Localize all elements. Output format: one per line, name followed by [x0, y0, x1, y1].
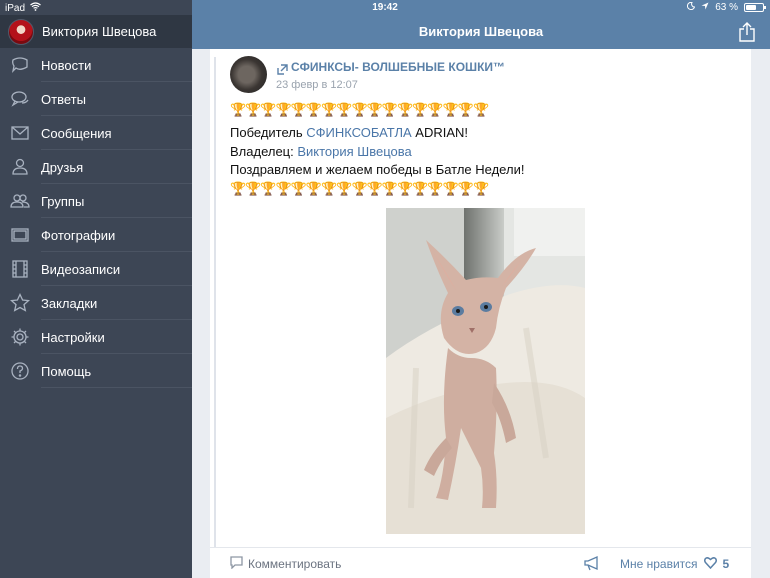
bookmarks-icon	[9, 292, 31, 314]
congrats-line: Поздравляем и желаем победы в Батле Неде…	[230, 162, 525, 177]
help-icon	[9, 360, 31, 382]
sidebar-item-label: Новости	[41, 57, 92, 73]
sidebar-item-help[interactable]: Помощь	[0, 354, 192, 388]
post-footer: Комментировать Мне нравится 5	[210, 547, 751, 578]
owner-line: Владелец: Виктория Швецова	[230, 144, 412, 159]
wall-post: СФИНКСЫ- ВОЛШЕБНЫЕ КОШКИ™ 23 февр в 12:0…	[210, 49, 751, 578]
group-name-link[interactable]: СФИНКСЫ- ВОЛШЕБНЫЕ КОШКИ™	[291, 60, 505, 74]
battery-percent: 63 %	[715, 2, 738, 13]
sidebar-item-news[interactable]: Новости	[0, 48, 192, 82]
sidebar: Виктория Швецова Новости Ответы Сообщени…	[0, 0, 192, 578]
groups-icon	[9, 190, 31, 212]
like-button[interactable]: Мне нравится 5	[620, 556, 729, 572]
group-avatar[interactable]	[230, 56, 267, 93]
like-count: 5	[722, 557, 730, 571]
post-date: 23 февр в 12:07	[276, 79, 358, 91]
sidebar-item-label: Закладки	[41, 295, 98, 311]
photos-icon	[9, 224, 31, 246]
location-icon	[701, 2, 709, 13]
profile-name: Виктория Швецова	[42, 24, 157, 39]
sidebar-item-friends[interactable]: Друзья	[0, 150, 192, 184]
sidebar-item-replies[interactable]: Ответы	[0, 82, 192, 116]
status-time: 19:42	[372, 2, 398, 13]
winner-line: Победитель СФИНКСОБАТЛА ADRIAN!	[230, 125, 468, 140]
replies-icon	[9, 88, 31, 110]
share-button[interactable]	[738, 22, 756, 42]
heart-icon	[703, 556, 717, 572]
status-right: 63 %	[687, 1, 766, 13]
comment-button[interactable]: Комментировать	[230, 556, 341, 572]
videos-icon	[9, 258, 31, 280]
sidebar-menu: Новости Ответы Сообщения Друзья Группы Ф…	[0, 48, 192, 388]
trophies-row: 🏆🏆🏆🏆🏆🏆🏆🏆🏆🏆🏆🏆🏆🏆🏆🏆🏆	[230, 181, 489, 196]
messages-icon	[9, 122, 31, 144]
sidebar-item-groups[interactable]: Группы	[0, 184, 192, 218]
like-label: Мне нравится	[620, 557, 698, 571]
comment-label: Комментировать	[248, 557, 342, 571]
share-post-button[interactable]	[584, 555, 600, 571]
sidebar-item-bookmarks[interactable]: Закладки	[0, 286, 192, 320]
moon-icon	[687, 1, 696, 13]
news-icon	[9, 54, 31, 76]
sidebar-profile[interactable]: Виктория Швецова	[0, 15, 192, 48]
friends-icon	[9, 156, 31, 178]
owner-link[interactable]: Виктория Швецова	[297, 144, 411, 159]
share-icon	[738, 22, 756, 46]
repost-icon	[277, 62, 288, 75]
sidebar-item-label: Сообщения	[41, 125, 112, 141]
trophies-row: 🏆🏆🏆🏆🏆🏆🏆🏆🏆🏆🏆🏆🏆🏆🏆🏆🏆	[230, 102, 489, 117]
sidebar-item-label: Друзья	[41, 159, 84, 175]
winner-prefix: Победитель	[230, 125, 307, 140]
avatar	[8, 18, 34, 45]
page-title: Виктория Швецова	[418, 24, 544, 39]
sidebar-item-videos[interactable]: Видеозаписи	[0, 252, 192, 286]
sidebar-item-messages[interactable]: Сообщения	[0, 116, 192, 150]
settings-icon	[9, 326, 31, 348]
sidebar-item-label: Группы	[41, 193, 85, 209]
sidebar-item-label: Фотографии	[41, 227, 116, 243]
winner-suffix: ADRIAN!	[411, 125, 468, 140]
sphynx-kitten-photo	[386, 208, 585, 534]
content-area: СФИНКСЫ- ВОЛШЕБНЫЕ КОШКИ™ 23 февр в 12:0…	[192, 49, 770, 578]
status-bar: iPad 19:42 63 %	[0, 0, 770, 15]
winner-hashtag-link[interactable]: СФИНКСОБАТЛА	[306, 125, 411, 140]
battery-fill	[746, 5, 757, 10]
sidebar-item-photos[interactable]: Фотографии	[0, 218, 192, 252]
comment-icon	[230, 556, 243, 572]
sidebar-item-label: Настройки	[41, 329, 105, 345]
sidebar-item-label: Ответы	[41, 91, 86, 107]
sidebar-item-label: Помощь	[41, 363, 92, 379]
post-photo[interactable]	[386, 208, 585, 534]
sidebar-item-settings[interactable]: Настройки	[0, 320, 192, 354]
sidebar-item-label: Видеозаписи	[41, 261, 121, 277]
repost-divider	[214, 57, 216, 547]
battery-icon	[744, 3, 766, 12]
owner-prefix: Владелец:	[230, 144, 298, 159]
megaphone-icon	[584, 555, 600, 575]
